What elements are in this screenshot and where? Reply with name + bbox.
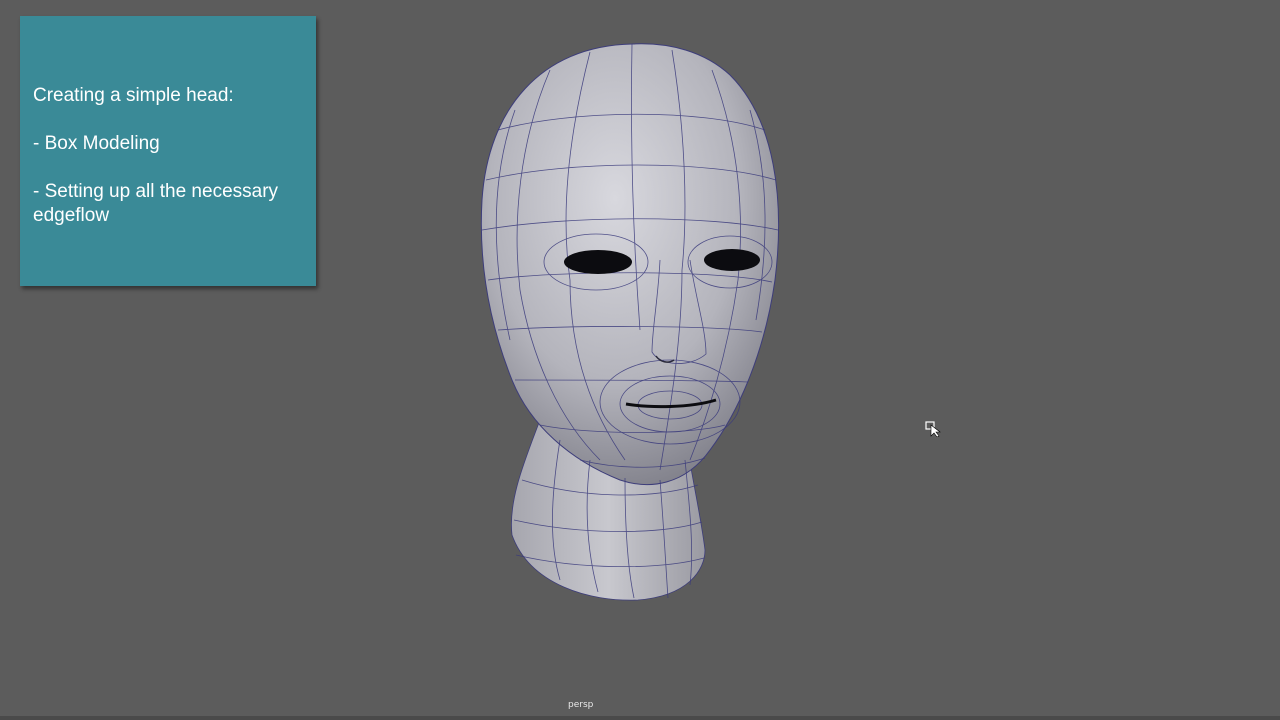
camera-label: persp (568, 700, 594, 710)
card-bullet-box-modeling: - Box Modeling (33, 133, 160, 154)
card-title: Creating a simple head: (33, 85, 234, 106)
tutorial-info-card: Creating a simple head: - Box Modeling -… (20, 16, 316, 286)
left-eye-socket (564, 250, 632, 274)
card-bullet-edgeflow: - Setting up all the necessary edgeflow (33, 181, 279, 226)
right-eye-socket (704, 249, 760, 271)
viewport-bottom-bar (0, 716, 1280, 720)
maya-viewport[interactable]: Creating a simple head: - Box Modeling -… (0, 0, 1280, 716)
head-mesh-model[interactable] (420, 30, 860, 620)
mouse-cursor-icon (925, 421, 941, 437)
